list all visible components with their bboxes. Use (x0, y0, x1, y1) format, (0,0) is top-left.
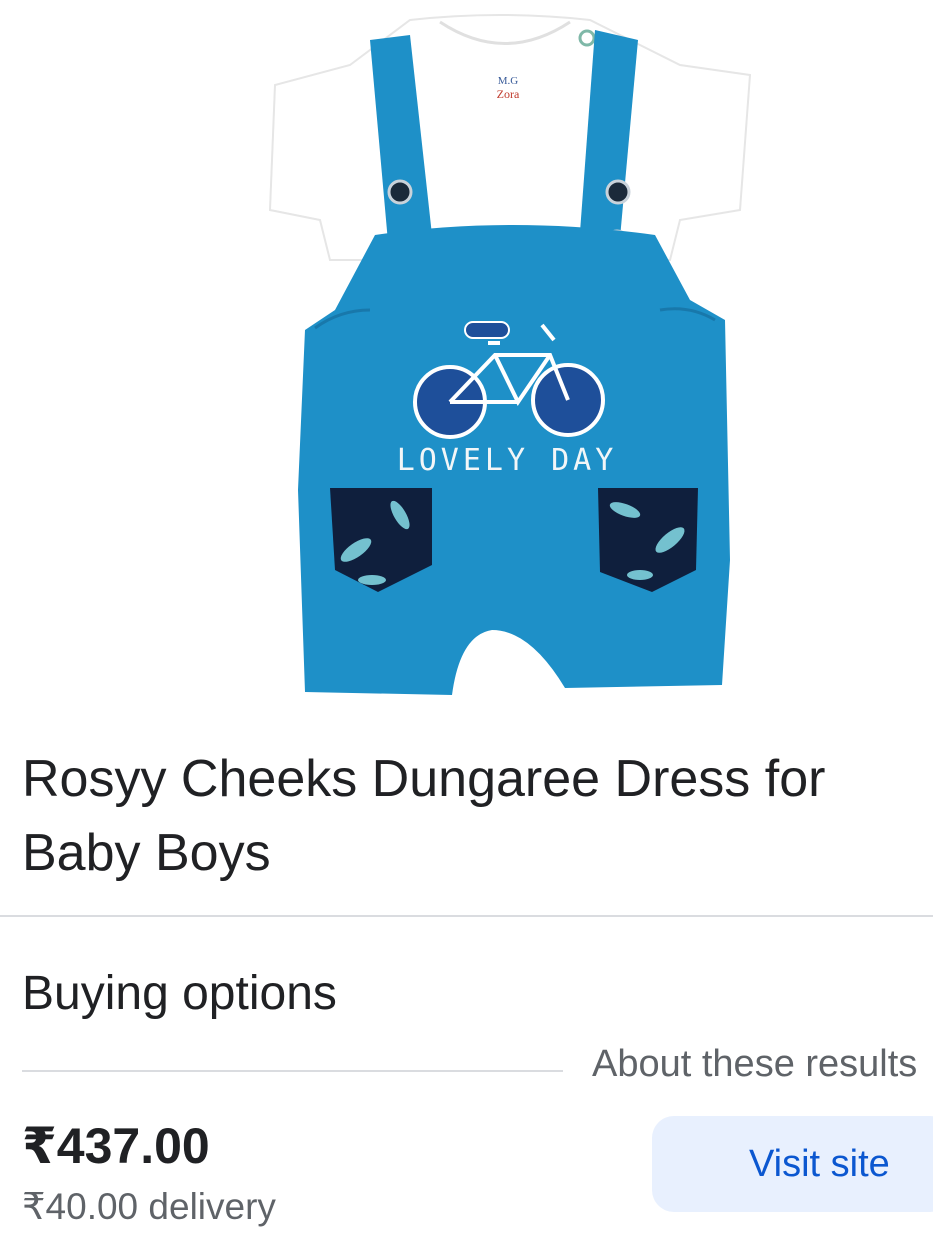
buying-options-heading: Buying options (22, 967, 337, 1020)
product-title: Rosyy Cheeks Dungaree Dress for Baby Boy… (22, 750, 826, 882)
delivery-cost: ₹40.00 delivery (22, 1186, 276, 1227)
visit-site-button[interactable]: Visit site (652, 1116, 933, 1212)
garment-tag-top: M.G (498, 75, 519, 87)
product-image[interactable]: M.G Zora LOVELY DAY (260, 10, 760, 700)
section-divider (0, 915, 933, 917)
dungaree-illustration: M.G Zora LOVELY DAY (268, 14, 752, 695)
price: ₹437.00 (22, 1118, 210, 1174)
about-these-results-link[interactable]: About these results (592, 1040, 917, 1088)
garment-tag-bottom: Zora (497, 87, 520, 101)
results-divider (22, 1070, 563, 1072)
embroidery-text: LOVELY DAY (397, 443, 618, 478)
